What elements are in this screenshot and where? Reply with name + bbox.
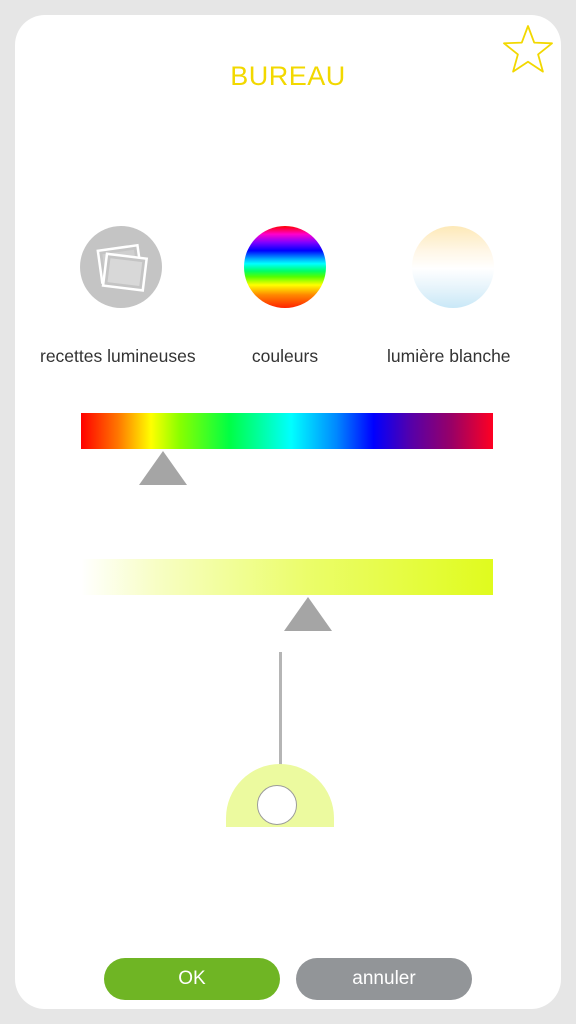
hue-slider-pointer[interactable] — [139, 451, 188, 485]
mode-label-light-recipes[interactable]: recettes lumineuses — [40, 346, 203, 367]
mode-colors-button[interactable] — [244, 226, 326, 308]
favorite-star-icon[interactable] — [501, 23, 555, 75]
mode-label-white-light[interactable]: lumière blanche — [387, 346, 511, 367]
ok-button[interactable]: OK — [104, 958, 280, 1000]
cancel-button[interactable]: annuler — [296, 958, 472, 1000]
page-title: BUREAU — [230, 61, 346, 91]
saturation-slider-track[interactable] — [81, 559, 493, 595]
mode-light-recipes-button[interactable] — [80, 226, 162, 308]
brightness-dial-knob[interactable] — [257, 785, 297, 825]
mode-white-light-button[interactable] — [412, 226, 494, 308]
mode-label-colors[interactable]: couleurs — [237, 346, 333, 367]
hue-slider-track[interactable] — [81, 413, 493, 449]
saturation-slider-pointer[interactable] — [283, 597, 332, 631]
dialog-card: BUREAU recettes lumineuses couleurs lumi… — [15, 15, 561, 1009]
photos-icon — [96, 243, 149, 292]
